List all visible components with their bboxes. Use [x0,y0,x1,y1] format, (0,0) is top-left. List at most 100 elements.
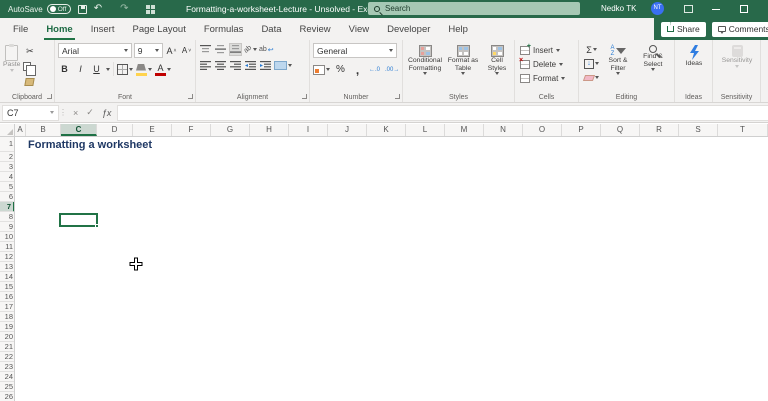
cell-styles-button[interactable]: Cell Styles [482,43,512,75]
format-as-table-button[interactable]: Format as Table [446,43,480,75]
tab-view[interactable]: View [340,20,378,40]
row-header-10[interactable]: 10 [0,232,14,242]
undo-button[interactable]: ↶ [94,0,102,18]
fill-button[interactable]: ↓ [584,57,599,70]
column-header-g[interactable]: G [211,124,250,136]
column-header-d[interactable]: D [97,124,133,136]
cancel-button[interactable]: × [73,108,78,118]
clipboard-dialog-launcher[interactable] [47,94,52,99]
insert-function-button[interactable]: ƒx [102,108,112,118]
find-select-button[interactable]: Find & Select [637,43,669,84]
row-header-16[interactable]: 16 [0,292,14,302]
column-header-h[interactable]: H [250,124,289,136]
row-header-24[interactable]: 24 [0,372,14,382]
alignment-dialog-launcher[interactable] [302,94,307,99]
row-header-17[interactable]: 17 [0,302,14,312]
column-header-e[interactable]: E [133,124,172,136]
column-header-a[interactable]: A [15,124,26,136]
column-header-k[interactable]: K [367,124,406,136]
font-name-combo[interactable]: Arial [58,43,132,58]
insert-cells-button[interactable]: Insert [520,43,576,57]
tab-file[interactable]: File [4,20,37,40]
column-header-r[interactable]: R [640,124,679,136]
row-header-9[interactable]: 9 [0,222,14,232]
grid-icon[interactable] [146,4,156,14]
row-header-4[interactable]: 4 [0,172,14,182]
row-header-3[interactable]: 3 [0,162,14,172]
row-header-26[interactable]: 26 [0,392,14,401]
ideas-button[interactable]: Ideas [678,43,710,68]
row-header-7[interactable]: 7 [0,202,14,212]
selected-cell-c7[interactable] [59,213,99,228]
percent-button[interactable]: % [334,63,347,76]
autosave-toggle[interactable]: AutoSave Off [8,4,71,14]
redo-button[interactable]: ↷ [120,0,128,18]
number-format-combo[interactable]: General [313,43,397,58]
increase-indent-button[interactable] [259,59,272,72]
user-name[interactable]: Nedko TK [601,0,636,18]
column-header-c[interactable]: C [61,124,97,136]
column-header-s[interactable]: S [679,124,718,136]
grid-canvas[interactable]: Formatting a worksheet [15,137,768,401]
row-header-15[interactable]: 15 [0,282,14,292]
column-header-b[interactable]: B [26,124,61,136]
column-header-t[interactable]: T [718,124,768,136]
sort-filter-button[interactable]: AZ Sort & Filter [602,43,634,84]
fill-color-button[interactable] [136,63,152,76]
bold-button[interactable]: B [58,63,71,76]
avatar[interactable]: NT [651,2,664,15]
save-icon[interactable] [77,4,87,14]
underline-chevron-icon[interactable] [106,67,110,71]
fill-handle[interactable] [95,224,99,228]
column-header-j[interactable]: J [328,124,367,136]
clear-button[interactable] [582,71,599,84]
top-align-button[interactable] [199,43,212,56]
conditional-formatting-button[interactable]: Conditional Formatting [406,43,444,75]
merge-center-button[interactable] [274,59,292,72]
column-header-q[interactable]: Q [601,124,640,136]
column-header-n[interactable]: N [484,124,523,136]
format-cells-button[interactable]: Format [520,71,576,85]
comments-button[interactable]: Comments [711,21,768,37]
orientation-button[interactable]: ab [243,43,257,56]
increase-decimal-button[interactable]: ←.0 [368,63,381,76]
row-header-2[interactable]: 2 [0,152,14,162]
search-box[interactable]: Search [368,2,580,15]
font-color-button[interactable]: A [155,63,171,76]
column-header-o[interactable]: O [523,124,562,136]
row-header-23[interactable]: 23 [0,362,14,372]
decrease-decimal-button[interactable]: .00→ [385,63,399,76]
borders-button[interactable] [117,63,133,76]
maximize-button[interactable] [740,5,748,13]
number-dialog-launcher[interactable] [395,94,400,99]
column-header-p[interactable]: P [562,124,601,136]
tab-review[interactable]: Review [291,20,340,40]
tab-developer[interactable]: Developer [378,20,439,40]
bottom-align-button[interactable] [229,43,242,56]
enter-button[interactable]: ✓ [86,107,94,118]
comma-style-button[interactable]: , [351,63,364,77]
share-button[interactable]: Share [661,21,706,37]
shrink-font-button[interactable]: A ˅ [180,44,193,57]
font-dialog-launcher[interactable] [188,94,193,99]
font-size-combo[interactable]: 9 [133,43,163,58]
grow-font-button[interactable]: A ˄ [165,44,178,57]
row-header-20[interactable]: 20 [0,332,14,342]
row-header-13[interactable]: 13 [0,262,14,272]
delete-cells-button[interactable]: Delete [519,57,576,71]
cut-button[interactable]: ✂ [23,45,36,58]
name-box[interactable]: C7 [2,104,59,121]
decrease-indent-button[interactable] [244,59,257,72]
tab-formulas[interactable]: Formulas [195,20,253,40]
align-left-button[interactable] [199,59,212,72]
name-box-chevron-icon[interactable] [50,111,54,114]
align-right-button[interactable] [229,59,242,72]
cell-b1-text[interactable]: Formatting a worksheet [28,139,152,151]
row-header-19[interactable]: 19 [0,322,14,332]
row-header-21[interactable]: 21 [0,342,14,352]
row-header-14[interactable]: 14 [0,272,14,282]
autosum-button[interactable]: Σ [584,43,599,56]
minimize-button[interactable] [712,9,720,10]
row-header-6[interactable]: 6 [0,192,14,202]
row-header-11[interactable]: 11 [0,242,14,252]
